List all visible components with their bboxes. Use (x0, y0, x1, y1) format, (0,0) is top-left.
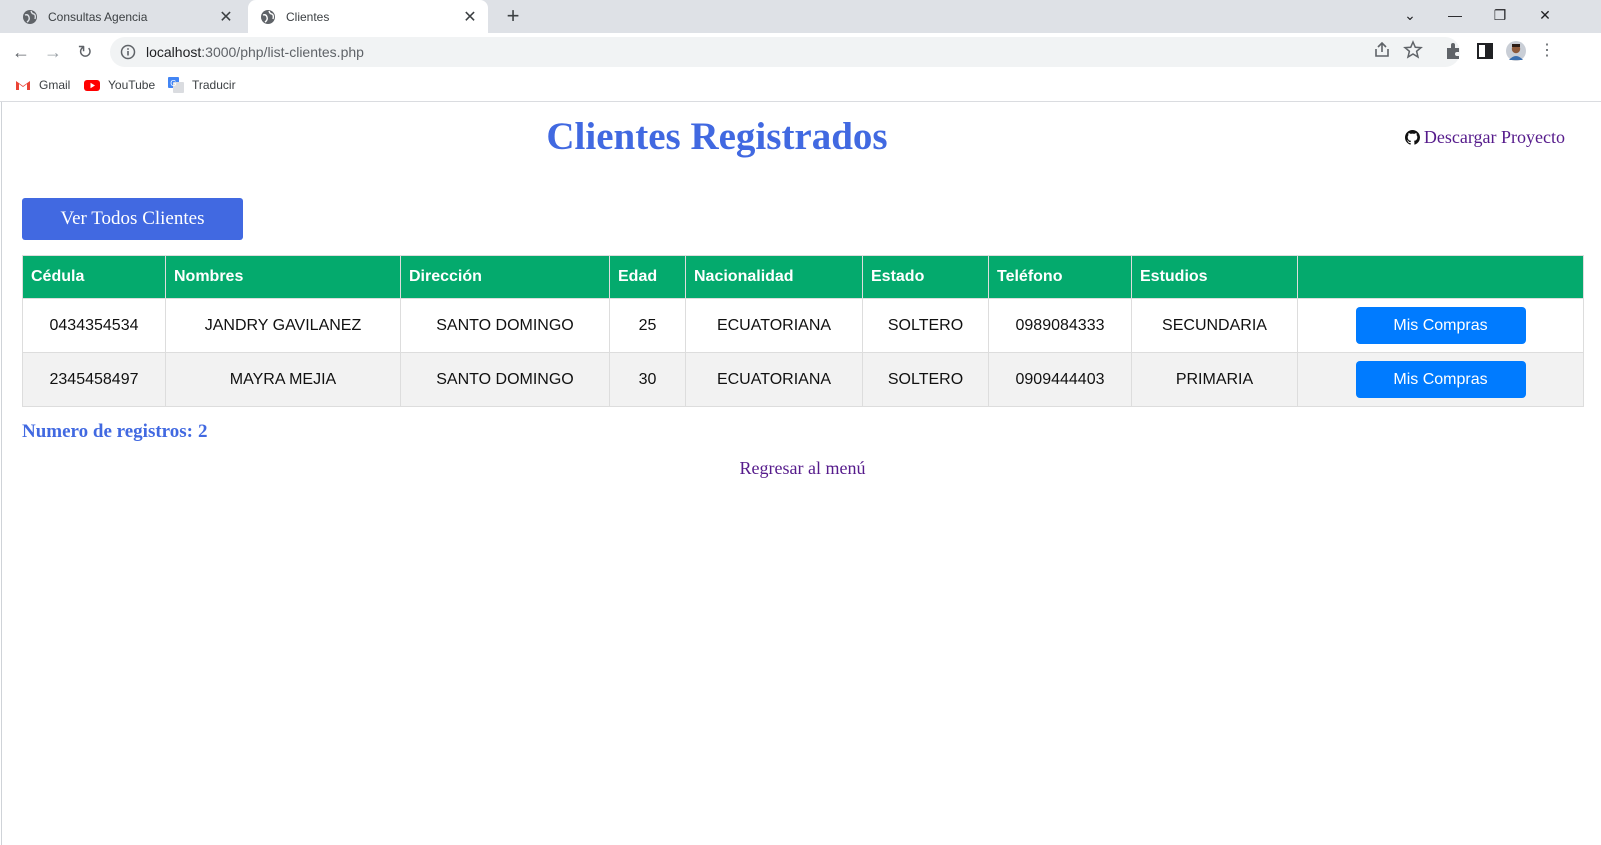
close-tab-icon[interactable]: ✕ (458, 7, 482, 27)
record-count-label: Numero de registros: (22, 421, 193, 442)
cell-nombres: JANDRY GAVILANEZ (165, 298, 401, 353)
cell-direccion: SANTO DOMINGO (400, 298, 610, 353)
tab-consultas-agencia[interactable]: Consultas Agencia ✕ (8, 0, 244, 33)
column-header-nombres: Nombres (165, 255, 401, 299)
bookmark-star-icon[interactable] (1403, 40, 1423, 60)
browser-toolbar: ← → ↻ localhost:3000/php/list-clientes.p… (0, 33, 1601, 70)
close-tab-icon[interactable]: ✕ (214, 7, 238, 27)
url-text: localhost:3000/php/list-clientes.php (146, 44, 364, 60)
clients-table: Cédula Nombres Dirección Edad Nacionalid… (22, 255, 1584, 407)
column-header-cedula: Cédula (22, 255, 166, 299)
cell-telefono: 0989084333 (988, 298, 1132, 353)
info-icon[interactable] (120, 44, 136, 60)
record-count-value: 2 (197, 421, 208, 442)
tab-title: Clientes (286, 9, 330, 24)
back-link-container: Regresar al menú (2, 458, 1601, 479)
cell-edad: 25 (609, 298, 686, 353)
youtube-icon (84, 80, 100, 91)
download-link-label: Descargar Proyecto (1423, 127, 1565, 147)
bookmark-youtube[interactable]: YouTube (84, 77, 155, 93)
cell-telefono: 0909444403 (988, 352, 1132, 407)
menu-icon[interactable]: ⋮ (1537, 41, 1557, 61)
bookmark-label: YouTube (108, 78, 156, 92)
back-to-menu-link[interactable]: Regresar al menú (740, 458, 866, 478)
cell-action: Mis Compras (1297, 352, 1584, 407)
column-header-direccion: Dirección (400, 255, 610, 299)
minimize-icon[interactable]: — (1435, 0, 1475, 30)
table-row: 2345458497 MAYRA MEJIA SANTO DOMINGO 30 … (22, 352, 1584, 407)
cell-cedula: 0434354534 (22, 298, 166, 353)
cell-estudios: SECUNDARIA (1131, 298, 1298, 353)
url-host: localhost (146, 44, 202, 60)
cell-nacionalidad: ECUATORIANA (685, 298, 863, 353)
share-icon[interactable] (1372, 40, 1392, 60)
restore-icon[interactable]: ❐ (1480, 0, 1520, 30)
back-icon[interactable]: ← (8, 39, 34, 65)
cell-estudios: PRIMARIA (1131, 352, 1298, 407)
github-icon (1404, 130, 1420, 145)
bookmark-label: Gmail (39, 78, 71, 92)
page-title: Clientes Registrados (546, 115, 888, 158)
cell-direccion: SANTO DOMINGO (400, 352, 610, 407)
extensions-icon[interactable] (1443, 41, 1463, 61)
globe-icon (261, 9, 275, 24)
cell-edad: 30 (609, 352, 686, 407)
bookmark-traducir[interactable]: G Traducir (168, 77, 236, 93)
side-panel-icon[interactable] (1475, 41, 1495, 61)
gmail-icon (16, 81, 30, 90)
mis-compras-button[interactable]: Mis Compras (1355, 361, 1526, 398)
tab-search-icon[interactable]: ⌄ (1390, 0, 1430, 30)
new-tab-button[interactable]: + (500, 4, 526, 30)
tab-title: Consultas Agencia (48, 9, 148, 24)
cell-estado: SOLTERO (862, 298, 989, 353)
svg-text:G: G (170, 79, 176, 88)
column-header-telefono: Teléfono (988, 255, 1132, 299)
column-header-edad: Edad (609, 255, 686, 299)
cell-nacionalidad: ECUATORIANA (685, 352, 863, 407)
profile-avatar[interactable] (1506, 41, 1526, 61)
bookmark-label: Traducir (192, 78, 236, 92)
translate-icon: G (168, 77, 184, 93)
close-window-icon[interactable]: ✕ (1525, 0, 1565, 30)
cell-estado: SOLTERO (862, 352, 989, 407)
cell-nombres: MAYRA MEJIA (165, 352, 401, 407)
forward-icon[interactable]: → (40, 39, 66, 65)
download-project-link[interactable]: Descargar Proyecto (1404, 127, 1565, 148)
globe-icon (23, 9, 37, 24)
mis-compras-button[interactable]: Mis Compras (1355, 307, 1526, 344)
reload-icon[interactable]: ↻ (72, 39, 98, 65)
cell-action: Mis Compras (1297, 298, 1584, 353)
url-path: :3000/php/list-clientes.php (201, 44, 364, 60)
tab-clientes[interactable]: Clientes ✕ (248, 0, 488, 33)
bookmark-gmail[interactable]: Gmail (15, 77, 70, 93)
record-count: Numero de registros: 2 (22, 421, 207, 443)
page-content: Clientes Registrados Descargar Proyecto … (1, 102, 1601, 845)
bookmarks-bar: Gmail YouTube G Traducir (0, 70, 1601, 102)
address-bar[interactable]: localhost:3000/php/list-clientes.php (110, 37, 1460, 67)
column-header-estudios: Estudios (1131, 255, 1298, 299)
column-header-nacionalidad: Nacionalidad (685, 255, 863, 299)
column-header-estado: Estado (862, 255, 989, 299)
table-header-row: Cédula Nombres Dirección Edad Nacionalid… (22, 255, 1584, 299)
column-header-actions (1297, 255, 1584, 299)
view-all-clients-button[interactable]: Ver Todos Clientes (22, 198, 243, 240)
table-row: 0434354534 JANDRY GAVILANEZ SANTO DOMING… (22, 298, 1584, 353)
cell-cedula: 2345458497 (22, 352, 166, 407)
tab-strip: Consultas Agencia ✕ Clientes ✕ + ⌄ — ❐ ✕ (0, 0, 1601, 33)
